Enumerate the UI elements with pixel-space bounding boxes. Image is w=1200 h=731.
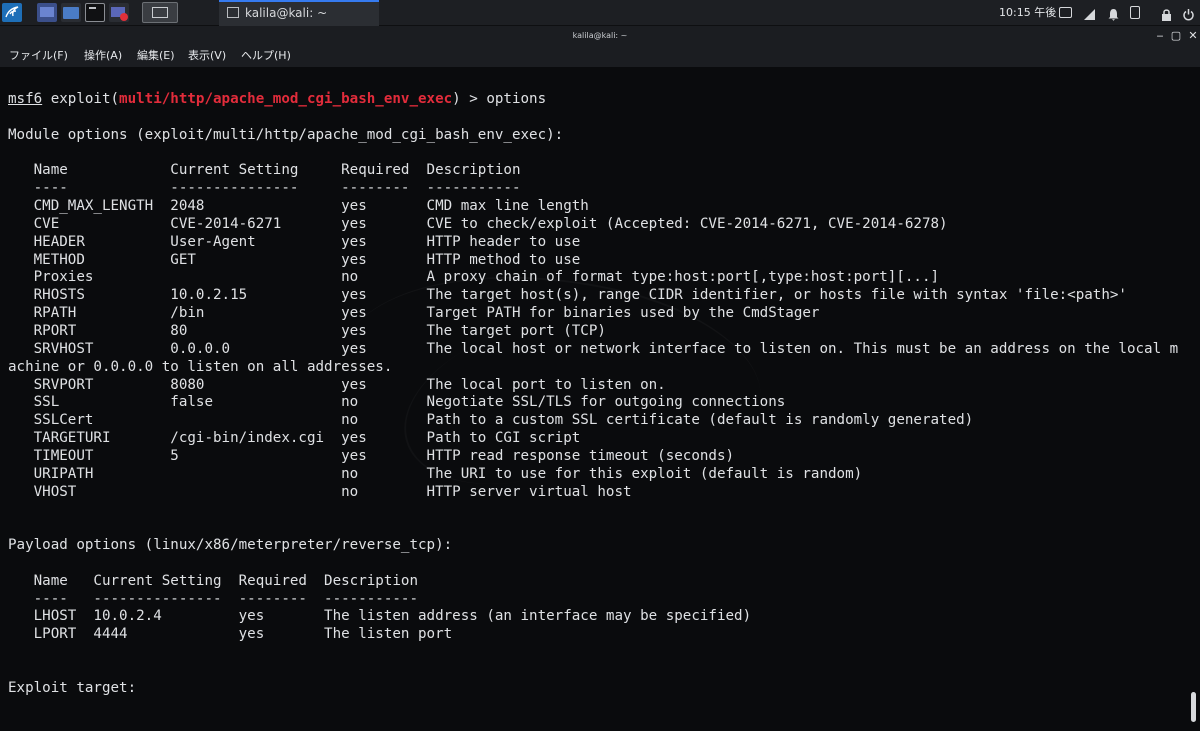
terminal-line: achine or 0.0.0.0 to listen on all addre…: [8, 358, 393, 375]
maximize-button[interactable]: ▢: [1169, 26, 1183, 45]
terminal-line: RPORT 80 yes The target port (TCP): [8, 322, 606, 339]
window-titlebar[interactable]: kalila@kali: ~ ‒ ▢ ✕: [0, 26, 1200, 45]
menu-bar: ファイル(F) 操作(A) 編集(E) 表示(V) ヘルプ(H): [0, 45, 1200, 67]
menu-edit[interactable]: 編集(E): [137, 45, 175, 67]
terminal-line: SSLCert no Path to a custom SSL certific…: [8, 412, 974, 429]
taskbar-window-label: kalila@kali: ~: [245, 6, 328, 20]
terminal-line: SSL false no Negotiate SSL/TLS for outgo…: [8, 394, 786, 411]
prompt-exploit-word: exploit(: [42, 91, 120, 107]
prompt-line: msf6 exploit(multi/http/apache_mod_cgi_b…: [8, 91, 546, 107]
window-title: kalila@kali: ~: [572, 31, 628, 40]
terminal-line: URIPATH no The URI to use for this explo…: [8, 465, 863, 482]
network-icon[interactable]: [1083, 6, 1096, 20]
terminal-line: Payload options (linux/x86/meterpreter/r…: [8, 537, 453, 554]
menu-file[interactable]: ファイル(F): [9, 45, 68, 67]
terminal-area[interactable]: msf6 exploit(multi/http/apache_mod_cgi_b…: [0, 67, 1200, 731]
minimize-button[interactable]: ‒: [1153, 26, 1167, 45]
clock[interactable]: 10:15 午後: [999, 0, 1056, 26]
prompt-module: multi/http/apache_mod_cgi_bash_env_exec: [119, 91, 453, 107]
taskbar-window-button[interactable]: kalila@kali: ~: [219, 0, 379, 26]
prompt-suffix: ) > options: [452, 91, 547, 107]
power-icon[interactable]: [1182, 6, 1195, 21]
menu-help[interactable]: ヘルプ(H): [241, 45, 291, 67]
terminal-line: Exploit target:: [8, 679, 137, 696]
terminal-line: TIMEOUT 5 yes HTTP read response timeout…: [8, 447, 735, 464]
battery-icon[interactable]: [1130, 6, 1140, 19]
terminal-line: Name Current Setting Required Descriptio…: [8, 162, 521, 179]
kali-menu-icon[interactable]: [2, 3, 22, 22]
terminal-line: Module options (exploit/multi/http/apach…: [8, 126, 564, 143]
terminal-line: HEADER User-Agent yes HTTP header to use: [8, 233, 581, 250]
terminal-line: Name Current Setting Required Descriptio…: [8, 572, 418, 589]
terminal-icon: [227, 7, 239, 18]
terminal-line: LPORT 4444 yes The listen port: [8, 626, 453, 643]
terminal-output: msf6 exploit(multi/http/apache_mod_cgi_b…: [8, 91, 1178, 698]
prompt-msf: msf6: [8, 91, 43, 107]
terminal-line: SRVHOST 0.0.0.0 yes The local host or ne…: [8, 340, 1179, 357]
terminal-scrollbar[interactable]: [1191, 692, 1196, 722]
close-button[interactable]: ✕: [1186, 26, 1200, 45]
terminal-line: SRVPORT 8080 yes The local port to liste…: [8, 376, 666, 393]
terminal-line: LHOST 10.0.2.4 yes The listen address (a…: [8, 608, 752, 625]
terminal-lines: Module options (exploit/multi/http/apach…: [8, 127, 1178, 696]
terminal-line: Proxies no A proxy chain of format type:…: [8, 269, 940, 286]
notification-bell-icon[interactable]: [1107, 6, 1120, 21]
desktop-icon[interactable]: [37, 3, 57, 22]
display-icon[interactable]: [1059, 7, 1072, 18]
browser-icon[interactable]: [109, 3, 129, 22]
terminal-line: RHOSTS 10.0.2.15 yes The target host(s),…: [8, 287, 1127, 304]
file-manager-icon[interactable]: [61, 3, 81, 22]
terminal-line: TARGETURI /cgi-bin/index.cgi yes Path to…: [8, 430, 581, 447]
terminal-line: ---- --------------- -------- ----------…: [8, 180, 521, 197]
lock-icon[interactable]: [1160, 6, 1173, 21]
terminal-line: RPATH /bin yes Target PATH for binaries …: [8, 305, 820, 322]
terminal-line: CMD_MAX_LENGTH 2048 yes CMD max line len…: [8, 198, 589, 215]
menu-view[interactable]: 表示(V): [188, 45, 226, 67]
terminal-line: METHOD GET yes HTTP method to use: [8, 251, 581, 268]
terminal-line: ---- --------------- -------- ----------…: [8, 590, 418, 607]
menu-action[interactable]: 操作(A): [84, 45, 122, 67]
terminal-line: VHOST no HTTP server virtual host: [8, 483, 632, 500]
workspace-switcher[interactable]: [142, 2, 178, 23]
top-panel: kalila@kali: ~ 10:15 午後: [0, 0, 1200, 26]
terminal-launcher-icon[interactable]: [85, 3, 105, 22]
terminal-line: CVE CVE-2014-6271 yes CVE to check/explo…: [8, 215, 948, 232]
